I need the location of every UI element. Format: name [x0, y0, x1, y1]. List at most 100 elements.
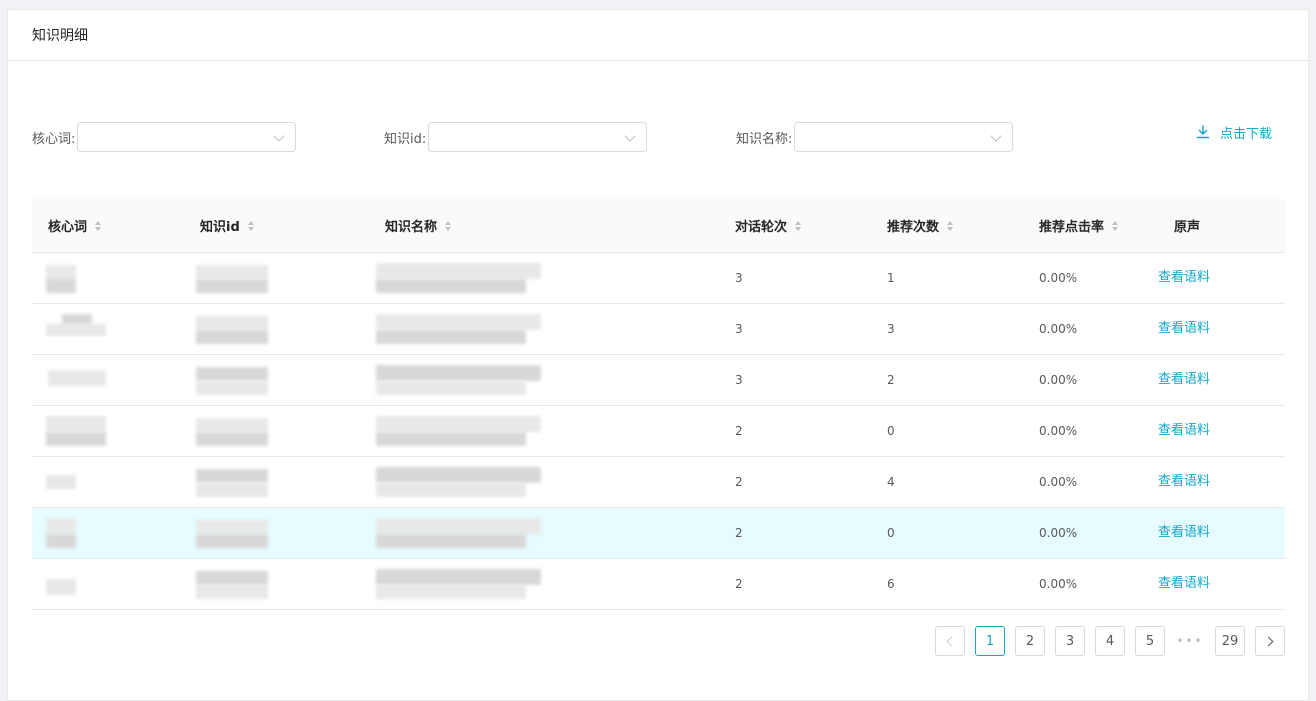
redacted-cell	[376, 416, 541, 432]
view-corpus-link[interactable]: 查看语料	[1158, 419, 1210, 438]
click-rate-cell: 0.00%	[1039, 424, 1078, 438]
redacted-cell	[196, 585, 268, 599]
download-button[interactable]: 点击下载	[1196, 121, 1272, 143]
view-corpus-link[interactable]: 查看语料	[1158, 470, 1210, 489]
redacted-cell	[196, 469, 268, 483]
table-row: 3 1 0.00% 查看语料	[32, 253, 1285, 304]
page-3-button[interactable]: 3	[1055, 626, 1085, 656]
table-row: 2 6 0.00% 查看语料	[32, 559, 1285, 610]
knowledge-name-select[interactable]	[794, 122, 1014, 152]
redacted-cell	[196, 520, 268, 534]
redacted-cell	[46, 579, 76, 595]
action-cell: 查看语料	[1158, 304, 1210, 354]
redacted-cell	[376, 534, 526, 548]
redacted-cell	[376, 330, 526, 344]
redacted-cell	[196, 367, 268, 381]
column-label: 原声	[1174, 220, 1201, 235]
sort-icon	[1112, 220, 1119, 231]
column-dialogue-turns[interactable]: 对话轮次	[735, 199, 802, 252]
pagination-ellipsis[interactable]: •••	[1175, 634, 1205, 648]
redacted-cell	[46, 475, 76, 489]
redacted-cell	[376, 381, 526, 395]
dialogue-turns-cell: 2	[735, 526, 743, 540]
table-row: 2 0 0.00% 查看语料	[32, 406, 1285, 457]
redacted-cell	[196, 432, 268, 446]
column-label: 推荐次数	[887, 220, 940, 235]
column-core-word[interactable]: 核心词	[48, 199, 102, 252]
redacted-cell	[376, 585, 526, 599]
redacted-cell	[196, 381, 268, 395]
recommend-count-cell: 6	[887, 577, 895, 591]
knowledge-detail-panel: 知识明细 核心词: 知识id: 知识名称: 点击下载 核心词 知识id 知识名称…	[7, 9, 1309, 701]
view-corpus-link[interactable]: 查看语料	[1158, 521, 1210, 540]
table-body: 3 1 0.00% 查看语料 3 3 0.00% 查看语料 3 2 0.00% 查看语料 2 0 0.00%…	[32, 253, 1285, 610]
click-rate-cell: 0.00%	[1039, 526, 1078, 540]
redacted-cell	[376, 279, 526, 293]
knowledge-name-label: 知识名称:	[736, 131, 793, 147]
view-corpus-link[interactable]: 查看语料	[1158, 572, 1210, 591]
dialogue-turns-cell: 3	[735, 373, 743, 387]
page-1-button[interactable]: 1	[975, 626, 1005, 656]
view-corpus-link[interactable]: 查看语料	[1158, 266, 1210, 285]
redacted-cell	[376, 483, 526, 497]
last-page-button[interactable]: 29	[1215, 626, 1245, 656]
redacted-cell	[46, 416, 106, 432]
action-cell: 查看语料	[1158, 457, 1210, 507]
click-rate-cell: 0.00%	[1039, 577, 1078, 591]
page-5-button[interactable]: 5	[1135, 626, 1165, 656]
dialogue-turns-cell: 2	[735, 577, 743, 591]
click-rate-cell: 0.00%	[1039, 373, 1078, 387]
redacted-cell	[376, 569, 541, 585]
action-cell: 查看语料	[1158, 253, 1210, 303]
column-label: 核心词	[48, 220, 88, 235]
redacted-cell	[46, 324, 106, 336]
redacted-cell	[62, 314, 92, 324]
download-icon	[1196, 125, 1210, 139]
action-cell: 查看语料	[1158, 406, 1210, 456]
redacted-cell	[46, 432, 106, 446]
recommend-count-cell: 3	[887, 322, 895, 336]
redacted-cell	[376, 467, 541, 483]
column-label: 知识名称	[385, 220, 438, 235]
filter-bar: 核心词: 知识id: 知识名称: 点击下载	[8, 121, 1308, 153]
redacted-cell	[46, 279, 76, 293]
sort-icon	[247, 220, 254, 231]
knowledge-id-select[interactable]	[428, 122, 648, 152]
prev-page-button[interactable]	[935, 626, 965, 656]
action-cell: 查看语料	[1158, 355, 1210, 405]
view-corpus-link[interactable]: 查看语料	[1158, 368, 1210, 387]
column-label: 知识id	[200, 220, 240, 235]
download-label: 点击下载	[1219, 126, 1272, 142]
redacted-cell	[376, 263, 541, 279]
knowledge-id-filter: 知识id:	[384, 121, 648, 153]
core-word-select[interactable]	[77, 122, 297, 152]
chevron-left-icon	[946, 636, 957, 646]
column-knowledge-id[interactable]: 知识id	[200, 199, 254, 252]
knowledge-name-filter: 知识名称:	[736, 121, 1014, 153]
dialogue-turns-cell: 3	[735, 271, 743, 285]
redacted-cell	[376, 518, 541, 534]
sort-icon	[947, 220, 954, 231]
redacted-cell	[48, 370, 106, 386]
table-row: 2 4 0.00% 查看语料	[32, 457, 1285, 508]
column-click-rate[interactable]: 推荐点击率	[1039, 199, 1119, 252]
view-corpus-link[interactable]: 查看语料	[1158, 317, 1210, 336]
redacted-cell	[376, 314, 541, 330]
dialogue-turns-cell: 3	[735, 322, 743, 336]
column-recommend-count[interactable]: 推荐次数	[887, 199, 954, 252]
click-rate-cell: 0.00%	[1039, 475, 1078, 489]
chevron-right-icon	[1263, 636, 1274, 646]
next-page-button[interactable]	[1255, 626, 1285, 656]
table-row: 2 0 0.00% 查看语料	[32, 508, 1285, 559]
recommend-count-cell: 0	[887, 526, 895, 540]
redacted-cell	[196, 483, 268, 497]
page-2-button[interactable]: 2	[1015, 626, 1045, 656]
column-label: 对话轮次	[735, 220, 788, 235]
action-cell: 查看语料	[1158, 508, 1210, 558]
sort-icon	[95, 220, 102, 231]
dialogue-turns-cell: 2	[735, 424, 743, 438]
table-row: 3 2 0.00% 查看语料	[32, 355, 1285, 406]
recommend-count-cell: 2	[887, 373, 895, 387]
column-knowledge-name[interactable]: 知识名称	[385, 199, 452, 252]
page-4-button[interactable]: 4	[1095, 626, 1125, 656]
